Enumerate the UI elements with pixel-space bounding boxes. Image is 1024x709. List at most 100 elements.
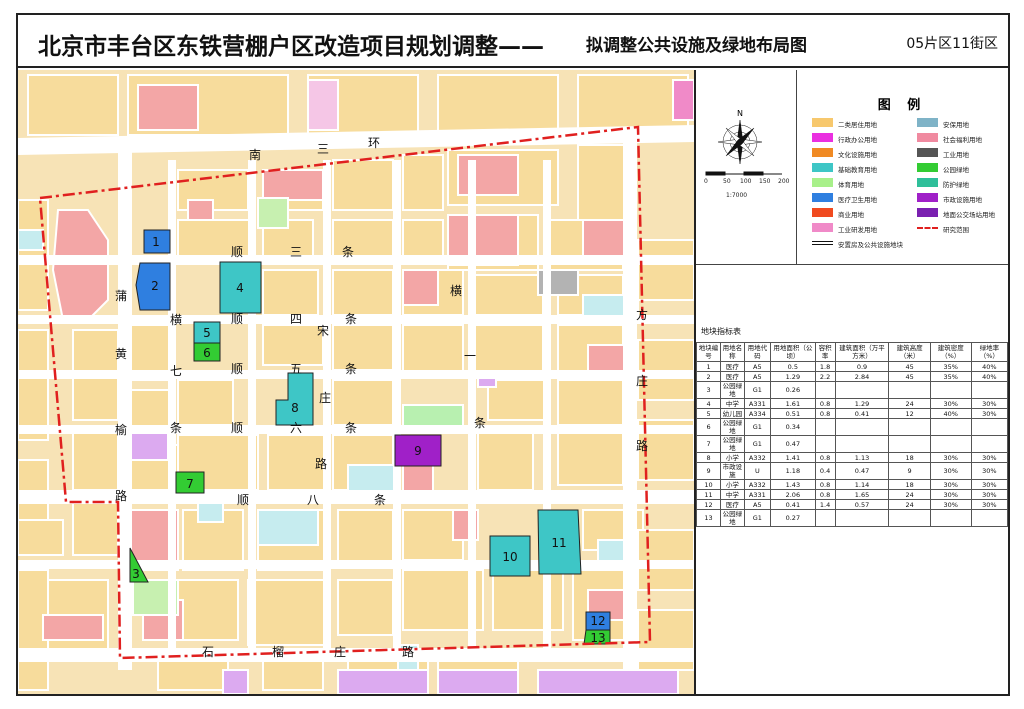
legend-label: 安保用地 — [943, 121, 969, 129]
legend-swatch — [917, 208, 938, 217]
table-cell — [970, 381, 1009, 399]
table-cell: 30% — [929, 499, 972, 510]
table-cell — [929, 381, 972, 399]
table-row: 3 公园绿地 G1 0.26 — [695, 381, 1009, 399]
table-cell: 18 — [888, 452, 931, 463]
table-header-cell: 绿地率（%） — [970, 342, 1009, 362]
table-cell: 40% — [970, 361, 1009, 372]
table-header-cell: 用地代码 — [743, 342, 772, 362]
legend-label: 防护绿地 — [943, 181, 969, 189]
table-cell: 1.14 — [834, 479, 890, 490]
legend-label: 社会福利用地 — [943, 136, 982, 144]
table-row: 10 小学 A332 1.43 0.8 1.14 18 30% 30% — [695, 479, 1009, 490]
table-cell: 0.47 — [834, 462, 890, 480]
table-cell: 4 — [695, 398, 722, 409]
table-cell: 9 — [695, 462, 722, 480]
table-cell: 小学 — [720, 452, 745, 463]
table-cell: 0.41 — [834, 408, 890, 419]
legend-swatch — [812, 148, 833, 157]
table-header-cell: 建筑高度（米） — [888, 342, 931, 362]
table-cell — [814, 435, 836, 453]
table-cell: 公园绿地 — [720, 509, 745, 527]
road-label-char: 顺 — [231, 245, 243, 259]
table-cell: A5 — [743, 361, 772, 372]
side-panel: N 0 50 100 150 200 1:7000 图 例 二类居住用地 安保用地 行政办公… — [695, 70, 1009, 694]
map-title: 北京市丰台区东铁营棚户区改造项目规划调整—— — [38, 34, 544, 60]
road-label-char: 三 — [290, 245, 302, 259]
table-cell: A334 — [743, 408, 772, 419]
table-cell: 0.8 — [814, 489, 836, 500]
scale-tick-label: 0 — [704, 178, 708, 185]
parcel-label-7: 7 — [186, 477, 194, 491]
legend-label: 工业研发用地 — [838, 226, 877, 234]
table-row: 6 公园绿地 G1 0.34 — [695, 418, 1009, 436]
road-label-char: 榴 — [272, 645, 284, 659]
table-cell: 0.8 — [814, 408, 836, 419]
table-cell — [888, 418, 931, 436]
table-cell: 30% — [929, 462, 972, 480]
table-cell: 35% — [929, 371, 972, 382]
table-cell — [970, 418, 1009, 436]
table-cell: 1 — [695, 361, 722, 372]
road-label-char: 三 — [317, 142, 329, 156]
table-title: 地块指标表 — [701, 327, 741, 336]
table-cell: 0.51 — [770, 408, 816, 419]
title-bar: 北京市丰台区东铁营棚户区改造项目规划调整—— 拟调整公共设施及绿地布局图 05片… — [16, 13, 1010, 68]
table-cell: 9 — [888, 462, 931, 480]
road-label-char: 顺 — [231, 312, 243, 326]
parcel-label-11: 11 — [551, 536, 566, 550]
table-row: 2 医疗 A5 1.29 2.2 2.84 45 35% 40% — [695, 371, 1009, 382]
table-cell: 0.8 — [814, 398, 836, 409]
table-cell: 医疗 — [720, 371, 745, 382]
legend-swatch — [812, 178, 833, 187]
table-row: 9 市政设施 U 1.18 0.4 0.47 9 30% 30% — [695, 462, 1009, 480]
parcel-8[interactable] — [275, 372, 314, 426]
road-label-char: 路 — [315, 456, 327, 471]
table-header-cell: 地块编号 — [695, 342, 722, 362]
table-cell: 2.06 — [770, 489, 816, 500]
road-label-char: 路 — [115, 488, 127, 503]
road-label-char: 榆 — [115, 422, 127, 437]
legend-swatch — [917, 193, 938, 202]
road-label-char: 顺 — [231, 362, 243, 376]
table-row: 11 中学 A331 2.06 0.8 1.65 24 30% 30% — [695, 489, 1009, 500]
table-cell: 公园绿地 — [720, 435, 745, 453]
scale-tick-label: 150 — [759, 178, 771, 185]
road-label-char: 路 — [402, 644, 414, 659]
parcel-label-3: 3 — [132, 567, 140, 581]
table-cell: 12 — [888, 408, 931, 419]
table-cell: 11 — [695, 489, 722, 500]
road-label-char: 环 — [368, 136, 380, 150]
table-cell: 中学 — [720, 489, 745, 500]
north-label: N — [737, 109, 743, 118]
table-cell: A5 — [743, 499, 772, 510]
parcel-label-12: 12 — [590, 614, 605, 628]
legend-swatch — [917, 118, 938, 127]
table-row: 4 中学 A331 1.61 0.8 1.29 24 30% 30% — [695, 398, 1009, 409]
road-label-char: 条 — [345, 421, 357, 435]
table-header-row: 地块编号 用地名称 用地代码 用地面积（公顷） 容积率 建筑面积（万平方米） 建筑高度（米）… — [695, 342, 1009, 362]
table-cell: 40% — [929, 408, 972, 419]
table-cell: 1.4 — [814, 499, 836, 510]
table-cell: 0.34 — [770, 418, 816, 436]
table-header-cell: 容积率 — [814, 342, 836, 362]
table-cell: U — [743, 462, 772, 480]
legend-swatch — [812, 193, 833, 202]
legend-label: 基础教育用地 — [838, 166, 877, 174]
table-cell: 30% — [929, 479, 972, 490]
table-cell: 30% — [970, 398, 1009, 409]
table-cell: 30% — [970, 452, 1009, 463]
table-cell: 5 — [695, 408, 722, 419]
legend-label: 市政设施用地 — [943, 196, 982, 204]
parcel-label-6: 6 — [203, 346, 211, 360]
legend-swatch — [917, 133, 938, 142]
table-cell: 1.41 — [770, 452, 816, 463]
table-cell: 1.8 — [814, 361, 836, 372]
scale-tick-label: 100 — [740, 178, 752, 185]
table-cell: A331 — [743, 489, 772, 500]
road-label-char: 五 — [290, 362, 302, 376]
planning-map[interactable]: 1 2 3 4 5 6 7 8 9 10 11 12 13 南三环顺三条蒲黄榆路横七条顺四条宋顺五条庄顺… — [18, 70, 696, 694]
road-label-char: 条 — [374, 493, 386, 507]
table-cell: 30% — [929, 452, 972, 463]
table-cell: 0.9 — [834, 361, 890, 372]
